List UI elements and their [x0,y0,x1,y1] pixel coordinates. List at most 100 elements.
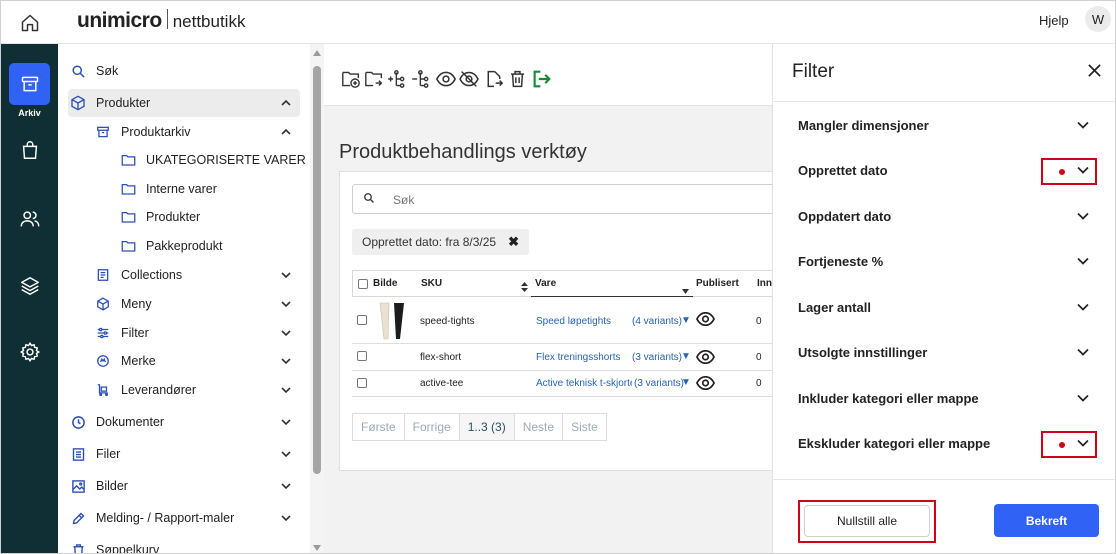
rail-item-archive[interactable] [9,63,50,105]
filter-section-exclude-category[interactable]: Ekskluder kategori eller mappe [798,429,1098,459]
table-row[interactable]: active-tee Active teknisk t-skjorte (3 v… [352,371,772,397]
variants-link[interactable]: (4 variants) [632,316,682,327]
table-row[interactable]: flex-short Flex treningsshorts (3 varian… [352,344,772,371]
column-header[interactable]: Vare [535,278,556,289]
nav-item-files[interactable]: Filer [68,440,300,468]
variants-link[interactable]: (3 variants) [632,352,682,363]
eye-icon[interactable] [695,349,716,367]
reset-all-button[interactable]: Nullstill alle [804,505,930,537]
expand-variants-icon[interactable]: ▼ [681,351,691,362]
column-header[interactable]: SKU [421,278,442,289]
pagination-last[interactable]: Siste [562,413,607,441]
table-row[interactable]: speed-tights Speed løpetights (4 variant… [352,297,772,344]
product-name-link[interactable]: Active teknisk t-skjorte [536,378,635,389]
eye-icon[interactable] [695,375,716,393]
row-checkbox[interactable] [357,378,367,388]
help-link[interactable]: Hjelp [1039,13,1069,28]
brand-logo[interactable]: unimicro nettbutikk [77,9,245,33]
nav-item-label: Melding- / Rapport-maler [96,511,235,525]
edit-icon [68,508,88,528]
expand-variants-icon[interactable]: ▼ [681,377,691,388]
filter-section-missing-dimensions[interactable]: Mangler dimensjoner [798,111,1098,141]
nav-item-suppliers[interactable]: Leverandører [93,376,300,404]
eye-icon[interactable] [435,68,457,90]
eye-off-icon[interactable] [458,68,480,90]
nav-item-product-archive[interactable]: Produktarkiv [93,118,300,146]
row-checkbox[interactable] [357,351,367,361]
pagination-current[interactable]: 1..3 (3) [458,413,515,441]
chevron-down-icon [280,269,292,284]
nav-item-filter[interactable]: Filter [93,319,300,347]
nav-item-folder-products[interactable]: Produkter [118,203,300,231]
new-folder-icon[interactable] [340,68,362,90]
nav-item-brand[interactable]: Merke [93,347,300,375]
filter-section-sold-out[interactable]: Utsolgte innstillinger [798,338,1098,368]
filter-section-profit[interactable]: Fortjeneste % [798,247,1098,277]
select-all-checkbox[interactable] [358,279,368,289]
delete-icon[interactable] [506,68,528,90]
chevron-down-icon[interactable] [1076,300,1090,317]
nav-item-label: Leverandører [121,383,197,397]
close-icon[interactable]: ✖ [508,234,519,250]
export-icon[interactable] [483,68,505,90]
nav-item-folder-internal[interactable]: Interne varer [118,175,300,203]
product-name-link[interactable]: Flex treningsshorts [536,352,620,363]
nav-item-templates[interactable]: Melding- / Rapport-maler [68,504,300,532]
filter-section-stock[interactable]: Lager antall [798,293,1098,323]
chevron-down-icon[interactable] [1076,163,1090,180]
filter-section-include-category[interactable]: Inkluder kategori eller mappe [798,384,1098,414]
add-branch-icon[interactable] [387,68,409,90]
nav-item-images[interactable]: Bilder [68,472,300,500]
chevron-down-icon[interactable] [1076,436,1090,453]
trash-icon [68,540,88,553]
scroll-down-arrow-icon[interactable] [313,545,321,551]
remove-branch-icon[interactable] [411,68,433,90]
pagination-next[interactable]: Neste [513,413,564,441]
nav-item-search[interactable]: Søk [68,57,300,85]
rail-item-shop[interactable] [17,137,43,163]
pagination-first[interactable]: Første [352,413,405,441]
expand-variants-icon[interactable]: ▼ [681,315,691,326]
chevron-down-icon[interactable] [1076,209,1090,226]
nav-item-trash[interactable]: Søppelkurv [68,536,300,553]
chevron-down-icon[interactable] [1076,345,1090,362]
scroll-up-arrow-icon[interactable] [313,50,321,56]
filter-section-label: Opprettet dato [798,163,888,178]
divider [773,479,1115,480]
chevron-down-icon[interactable] [1076,118,1090,135]
chevron-down-icon[interactable] [1076,254,1090,271]
product-name-link[interactable]: Speed løpetights [536,316,611,327]
nav-scrollbar[interactable] [310,44,324,553]
nav-item-label: Bilder [96,479,128,493]
confirm-button[interactable]: Bekreft [994,504,1099,537]
nav-item-collections[interactable]: Collections [93,261,300,289]
clock-icon [68,412,88,432]
search-input[interactable]: Søk [352,184,772,214]
scroll-thumb[interactable] [313,66,321,474]
sort-desc-icon[interactable] [682,282,689,297]
row-checkbox[interactable] [357,315,367,325]
nav-item-products[interactable]: Produkter [68,89,300,117]
nav-item-folder-uncategorized[interactable]: UKATEGORISERTE VARER [118,146,306,174]
rail-item-users[interactable] [17,206,43,232]
chevron-down-icon[interactable] [1076,391,1090,408]
close-icon[interactable] [1087,63,1102,81]
rail-item-layers[interactable] [17,273,43,299]
avatar[interactable]: W [1085,6,1111,32]
rail-item-settings[interactable] [17,339,43,365]
nav-item-folder-bundle[interactable]: Pakkeprodukt [118,232,300,260]
eye-icon[interactable] [695,311,716,329]
pagination-prev[interactable]: Forrige [403,413,460,441]
search-icon [363,192,375,207]
nav-item-menu[interactable]: Meny [93,290,300,318]
sort-icon[interactable] [521,280,528,295]
move-folder-icon[interactable] [363,68,385,90]
variants-link[interactable]: (3 variants) [632,378,685,389]
logout-icon[interactable] [531,68,553,90]
brand-divider [166,9,168,29]
filter-section-updated-date[interactable]: Oppdatert dato [798,202,1098,232]
filter-section-created-date[interactable]: Opprettet dato [798,156,1098,186]
home-button[interactable] [1,1,58,44]
nav-item-documents[interactable]: Dokumenter [68,408,300,436]
active-filter-chip[interactable]: Opprettet dato: fra 8/3/25 ✖ [352,229,529,255]
